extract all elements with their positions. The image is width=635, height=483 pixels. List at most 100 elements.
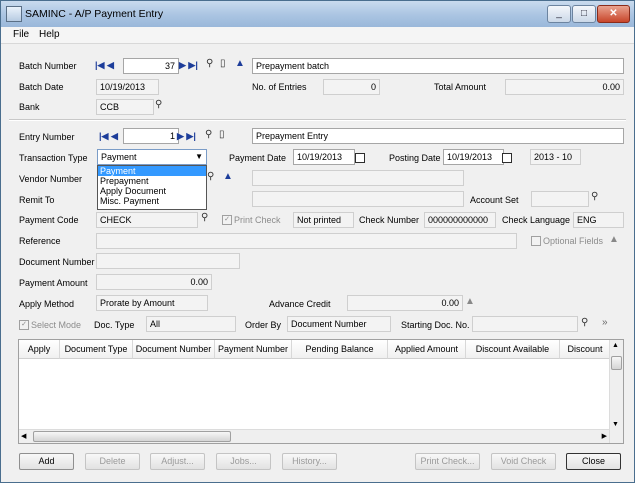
starting-doc-label: Starting Doc. No. xyxy=(401,320,470,330)
scroll-right-icon[interactable]: ▶ xyxy=(602,432,607,440)
vendor-finder-icon[interactable]: ⚲ xyxy=(207,171,214,182)
first-batch-icon[interactable]: |◀ ◀ xyxy=(95,60,114,71)
print-check-label: Print Check xyxy=(234,215,281,225)
section-divider xyxy=(9,119,626,121)
maximize-button[interactable]: □ xyxy=(572,5,596,23)
remit-to-name-field xyxy=(252,191,464,207)
vendor-number-label: Vendor Number xyxy=(19,174,83,184)
transaction-type-label: Transaction Type xyxy=(19,153,88,163)
close-button[interactable]: Close xyxy=(566,453,621,470)
year-period-field[interactable]: 2013 - 10 xyxy=(530,149,581,165)
option-apply-document[interactable]: Apply Document xyxy=(98,186,206,196)
column-apply[interactable]: Apply xyxy=(19,340,60,359)
payment-date-calendar-icon[interactable] xyxy=(355,153,365,163)
starting-doc-field[interactable] xyxy=(472,316,578,332)
doc-type-field[interactable]: All xyxy=(146,316,236,332)
reference-label: Reference xyxy=(19,236,61,246)
bank-label: Bank xyxy=(19,102,40,112)
account-set-label: Account Set xyxy=(470,195,519,205)
next-entry-icon[interactable]: ▶ ▶| xyxy=(177,131,196,142)
grid-horizontal-scrollbar[interactable]: ◀ ▶ xyxy=(19,429,609,443)
close-window-button[interactable]: ✕ xyxy=(597,5,630,23)
new-entry-icon[interactable]: ▯ xyxy=(219,129,225,140)
remit-to-label: Remit To xyxy=(19,195,55,205)
advance-credit-field: 0.00 xyxy=(347,295,463,311)
batch-zoom-icon[interactable]: ▲ xyxy=(235,58,245,69)
horizontal-scroll-thumb[interactable] xyxy=(33,431,231,442)
column-applied-amount[interactable]: Applied Amount xyxy=(388,340,466,359)
transaction-type-select[interactable]: Payment ▼ xyxy=(97,149,207,165)
document-number-label: Document Number xyxy=(19,257,95,267)
select-mode-label: Select Mode xyxy=(31,320,82,330)
transaction-type-value: Payment xyxy=(101,152,137,162)
add-button[interactable]: Add xyxy=(19,453,74,470)
title-bar[interactable]: SAMINC - A/P Payment Entry _ □ ✕ xyxy=(1,1,634,27)
jobs-button[interactable]: Jobs... xyxy=(216,453,271,470)
account-set-finder-icon[interactable]: ⚲ xyxy=(591,191,598,202)
column-payment-number[interactable]: Payment Number xyxy=(215,340,292,359)
posting-date-field[interactable]: 10/19/2013 xyxy=(443,149,504,165)
adjust-button[interactable]: Adjust... xyxy=(150,453,205,470)
payment-amount-field[interactable]: 0.00 xyxy=(96,274,212,290)
starting-doc-finder-icon[interactable]: ⚲ xyxy=(581,317,588,328)
batch-number-field[interactable]: 37 xyxy=(123,58,179,74)
reference-field[interactable] xyxy=(96,233,517,249)
scroll-down-icon[interactable]: ▼ xyxy=(612,421,619,428)
batch-description-field[interactable]: Prepayment batch xyxy=(252,58,624,74)
transaction-type-dropdown: Payment Prepayment Apply Document Misc. … xyxy=(97,165,207,210)
option-prepayment[interactable]: Prepayment xyxy=(98,176,206,186)
payment-date-field[interactable]: 10/19/2013 xyxy=(293,149,355,165)
window-title: SAMINC - A/P Payment Entry xyxy=(25,8,164,20)
entry-description-field[interactable]: Prepayment Entry xyxy=(252,128,624,144)
vertical-scroll-thumb[interactable] xyxy=(611,356,622,370)
account-set-field xyxy=(531,191,589,207)
payment-amount-label: Payment Amount xyxy=(19,278,88,288)
print-status-field: Not printed xyxy=(293,212,354,228)
column-pending-balance[interactable]: Pending Balance xyxy=(292,340,388,359)
column-document-number[interactable]: Document Number xyxy=(133,340,215,359)
new-batch-icon[interactable]: ▯ xyxy=(220,58,226,69)
documents-grid[interactable]: Apply Document Type Document Number Paym… xyxy=(18,339,624,444)
menu-file[interactable]: File xyxy=(13,29,29,40)
column-discount[interactable]: Discount xyxy=(560,340,611,359)
print-check-checkbox[interactable]: ✓ xyxy=(222,215,232,225)
chevron-down-icon[interactable]: ▼ xyxy=(195,152,203,161)
document-number-field[interactable] xyxy=(96,253,240,269)
print-check-button[interactable]: Print Check... xyxy=(415,453,480,470)
apply-method-field[interactable]: Prorate by Amount xyxy=(96,295,208,311)
select-mode-checkbox[interactable]: ✓ xyxy=(19,320,29,330)
void-check-button[interactable]: Void Check xyxy=(491,453,556,470)
option-misc-payment[interactable]: Misc. Payment xyxy=(98,196,206,206)
payment-code-label: Payment Code xyxy=(19,215,79,225)
menu-help[interactable]: Help xyxy=(39,29,60,40)
scroll-up-icon[interactable]: ▲ xyxy=(612,342,619,349)
payment-code-finder-icon[interactable]: ⚲ xyxy=(201,212,208,223)
posting-date-calendar-icon[interactable] xyxy=(502,153,512,163)
payment-code-field[interactable]: CHECK xyxy=(96,212,198,228)
column-discount-available[interactable]: Discount Available xyxy=(466,340,560,359)
batch-finder-icon[interactable]: ⚲ xyxy=(206,58,213,69)
column-document-type[interactable]: Document Type xyxy=(60,340,133,359)
next-batch-icon[interactable]: ▶ ▶| xyxy=(179,60,198,71)
vendor-zoom-icon[interactable]: ▲ xyxy=(223,171,233,182)
minimize-button[interactable]: _ xyxy=(547,5,571,23)
optional-fields-checkbox[interactable] xyxy=(531,236,541,246)
apply-method-label: Apply Method xyxy=(19,299,75,309)
go-icon[interactable]: » xyxy=(602,317,608,328)
check-language-field: ENG xyxy=(573,212,624,228)
first-entry-icon[interactable]: |◀ ◀ xyxy=(99,131,118,142)
batch-date-field: 10/19/2013 xyxy=(96,79,159,95)
delete-button[interactable]: Delete xyxy=(85,453,140,470)
optional-fields-label: Optional Fields xyxy=(543,236,604,246)
bank-finder-icon[interactable]: ⚲ xyxy=(155,99,162,110)
history-button[interactable]: History... xyxy=(282,453,337,470)
order-by-field[interactable]: Document Number xyxy=(287,316,391,332)
entry-number-field[interactable]: 1 xyxy=(123,128,179,144)
payment-entry-window: SAMINC - A/P Payment Entry _ □ ✕ File He… xyxy=(0,0,635,483)
entry-finder-icon[interactable]: ⚲ xyxy=(205,129,212,140)
option-payment[interactable]: Payment xyxy=(98,166,206,176)
optional-fields-zoom-icon[interactable]: ▲ xyxy=(609,234,619,245)
grid-vertical-scrollbar[interactable]: ▲ ▼ xyxy=(609,340,623,443)
scroll-left-icon[interactable]: ◀ xyxy=(21,432,26,440)
advance-credit-zoom-icon[interactable]: ▲ xyxy=(465,296,475,307)
